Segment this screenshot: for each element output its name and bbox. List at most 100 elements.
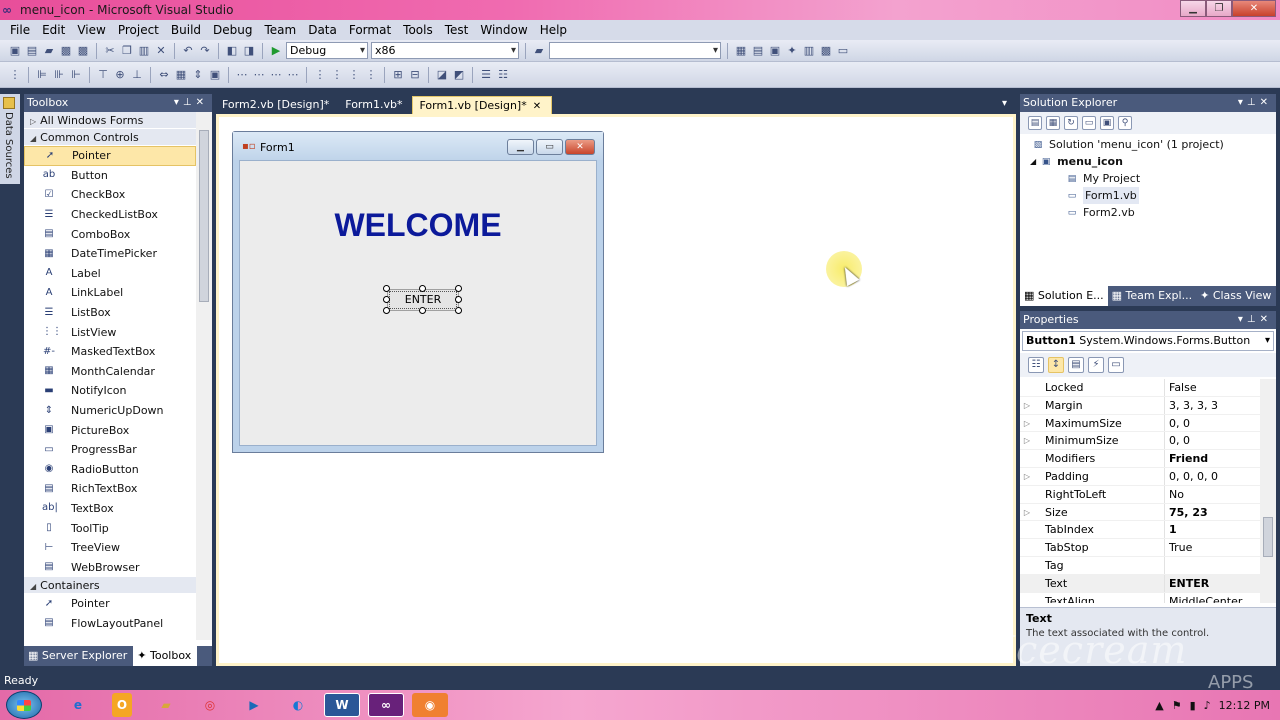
property-value[interactable]: False: [1165, 379, 1197, 396]
collapse-arrow-icon[interactable]: ◢: [1030, 153, 1036, 170]
toolbox-item-label[interactable]: A Label: [24, 264, 196, 284]
property-row-righttoleft[interactable]: RightToLeft No: [1020, 485, 1260, 504]
toolbox-window-icon[interactable]: ✦: [785, 44, 799, 58]
toolbox-item-webbrowser[interactable]: ▤ WebBrowser: [24, 557, 196, 577]
property-pages-icon[interactable]: ▭: [1108, 357, 1124, 373]
menu-view[interactable]: View: [71, 23, 111, 37]
property-row-margin[interactable]: ▷ Margin 3, 3, 3, 3: [1020, 396, 1260, 415]
events-icon[interactable]: ⚡: [1088, 357, 1104, 373]
property-value[interactable]: MiddleCenter: [1165, 593, 1242, 603]
properties-window-icon[interactable]: ▤: [751, 44, 765, 58]
property-row-textalign[interactable]: TextAlign MiddleCenter: [1020, 592, 1260, 603]
toolbox-item-progressbar[interactable]: ▭ ProgressBar: [24, 440, 196, 460]
tab-toolbox[interactable]: ✦ Toolbox: [133, 646, 198, 666]
close-button[interactable]: ✕: [1232, 0, 1276, 17]
vertical-spacing-remove-icon[interactable]: ⋮: [364, 68, 378, 82]
tree-solution[interactable]: ▧ Solution 'menu_icon' (1 project): [1020, 136, 1276, 153]
maximize-button[interactable]: ❐: [1206, 0, 1232, 17]
refresh-icon[interactable]: ↻: [1064, 116, 1078, 130]
tab-form2-design[interactable]: Form2.vb [Design]*: [216, 96, 339, 114]
toolbox-item-treeview[interactable]: ⊢ TreeView: [24, 538, 196, 558]
resize-handle[interactable]: [455, 307, 462, 314]
toolbox-group-common[interactable]: ◢ Common Controls: [24, 129, 196, 146]
pin-icon[interactable]: ⊥: [1247, 97, 1260, 108]
visual-studio-taskbar-icon[interactable]: ∞: [368, 693, 404, 717]
align-tops-icon[interactable]: ⊤: [96, 68, 110, 82]
toolbox-item-datetimepicker[interactable]: ▦ DateTimePicker: [24, 244, 196, 264]
align-lefts-icon[interactable]: ⊫: [35, 68, 49, 82]
tab-team-explorer[interactable]: ▦ Team Expl...: [1108, 286, 1196, 306]
property-value[interactable]: 0, 0: [1165, 415, 1190, 432]
toolbox-item-notifyicon[interactable]: ▬ NotifyIcon: [24, 381, 196, 401]
align-to-grid-icon[interactable]: ⋮: [8, 68, 22, 82]
toolbox-item-linklabel[interactable]: A LinkLabel: [24, 283, 196, 303]
start-page-icon[interactable]: ▩: [819, 44, 833, 58]
close-icon[interactable]: ✕: [1260, 314, 1272, 325]
copy-icon[interactable]: ❐: [120, 44, 134, 58]
menu-test[interactable]: Test: [439, 23, 475, 37]
outlook-icon[interactable]: O: [112, 693, 132, 717]
properties-icon[interactable]: ▤: [1028, 116, 1042, 130]
clock[interactable]: 12:12 PM: [1219, 699, 1270, 712]
toolbox-item-richtextbox[interactable]: ▤ RichTextBox: [24, 479, 196, 499]
categorized-icon[interactable]: ☷: [1028, 357, 1044, 373]
menu-help[interactable]: Help: [534, 23, 573, 37]
resize-handle[interactable]: [455, 296, 462, 303]
save-icon[interactable]: ▩: [59, 44, 73, 58]
property-value[interactable]: 3, 3, 3, 3: [1165, 397, 1218, 414]
panel-dropdown-icon[interactable]: ▾: [174, 97, 183, 108]
start-debugging-icon[interactable]: ▶: [269, 44, 283, 58]
open-file-icon[interactable]: ▰: [42, 44, 56, 58]
toolbox-item-pointer[interactable]: ➚ Pointer: [24, 594, 196, 614]
send-to-back-icon[interactable]: ◩: [452, 68, 466, 82]
save-all-icon[interactable]: ▩: [76, 44, 90, 58]
toolbox-item-button[interactable]: ab Button: [24, 166, 196, 186]
resize-handle[interactable]: [455, 285, 462, 292]
center-horizontally-icon[interactable]: ⊞: [391, 68, 405, 82]
toolbox-group-containers[interactable]: ◢ Containers: [24, 577, 196, 595]
toolbox-item-combobox[interactable]: ▤ ComboBox: [24, 224, 196, 244]
property-row-minimumsize[interactable]: ▷ MinimumSize 0, 0: [1020, 432, 1260, 451]
properties-view-icon[interactable]: ▤: [1068, 357, 1084, 373]
show-all-files-icon[interactable]: ▦: [1046, 116, 1060, 130]
menu-tools[interactable]: Tools: [397, 23, 439, 37]
data-sources-tab[interactable]: Data Sources: [0, 94, 20, 184]
property-row-modifiers[interactable]: Modifiers Friend: [1020, 450, 1260, 468]
panel-dropdown-icon[interactable]: ▾: [1238, 97, 1247, 108]
make-same-width-icon[interactable]: ⇔: [157, 68, 171, 82]
close-icon[interactable]: ✕: [1260, 97, 1272, 108]
action-center-icon[interactable]: ⚑: [1172, 699, 1182, 712]
scrollbar-thumb[interactable]: [199, 130, 209, 302]
property-row-text[interactable]: Text ENTER: [1020, 574, 1260, 593]
cut-icon[interactable]: ✂: [103, 44, 117, 58]
find-in-files-icon[interactable]: ▰: [532, 44, 546, 58]
toolbox-item-picturebox[interactable]: ▣ PictureBox: [24, 420, 196, 440]
undo-icon[interactable]: ↶: [181, 44, 195, 58]
edge-icon[interactable]: ◐: [280, 693, 316, 717]
form-client-area[interactable]: WELCOME ENTER: [239, 160, 597, 446]
pin-icon[interactable]: ⊥: [183, 97, 196, 108]
pin-icon[interactable]: ⊥: [1247, 314, 1260, 325]
vertical-spacing-increase-icon[interactable]: ⋮: [330, 68, 344, 82]
property-value[interactable]: 0, 0, 0, 0: [1165, 468, 1218, 485]
document-list-dropdown-icon[interactable]: ▾: [1002, 98, 1007, 109]
property-row-padding[interactable]: ▷ Padding 0, 0, 0, 0: [1020, 467, 1260, 486]
property-row-tabstop[interactable]: TabStop True: [1020, 539, 1260, 557]
toolbox-group-all[interactable]: ▷ All Windows Forms: [24, 112, 196, 129]
view-designer-icon[interactable]: ▣: [1100, 116, 1114, 130]
tab-solution-explorer[interactable]: ▦ Solution E...: [1020, 286, 1108, 306]
navigate-forward-icon[interactable]: ◨: [242, 44, 256, 58]
resize-handle[interactable]: [383, 296, 390, 303]
menu-window[interactable]: Window: [474, 23, 533, 37]
view-class-diagram-icon[interactable]: ⚲: [1118, 116, 1132, 130]
configuration-combo[interactable]: Debug: [286, 42, 368, 59]
horizontal-spacing-decrease-icon[interactable]: ⋯: [269, 68, 283, 82]
property-value[interactable]: No: [1165, 486, 1184, 503]
resize-handle[interactable]: [419, 285, 426, 292]
toolbox-item-radiobutton[interactable]: ◉ RadioButton: [24, 460, 196, 480]
align-middles-icon[interactable]: ⊕: [113, 68, 127, 82]
command-window-icon[interactable]: ▭: [836, 44, 850, 58]
close-tab-icon[interactable]: ✕: [533, 101, 541, 112]
toolbox-item-checkbox[interactable]: ☑ CheckBox: [24, 185, 196, 205]
icecream-recorder-icon[interactable]: ◉: [412, 693, 448, 717]
